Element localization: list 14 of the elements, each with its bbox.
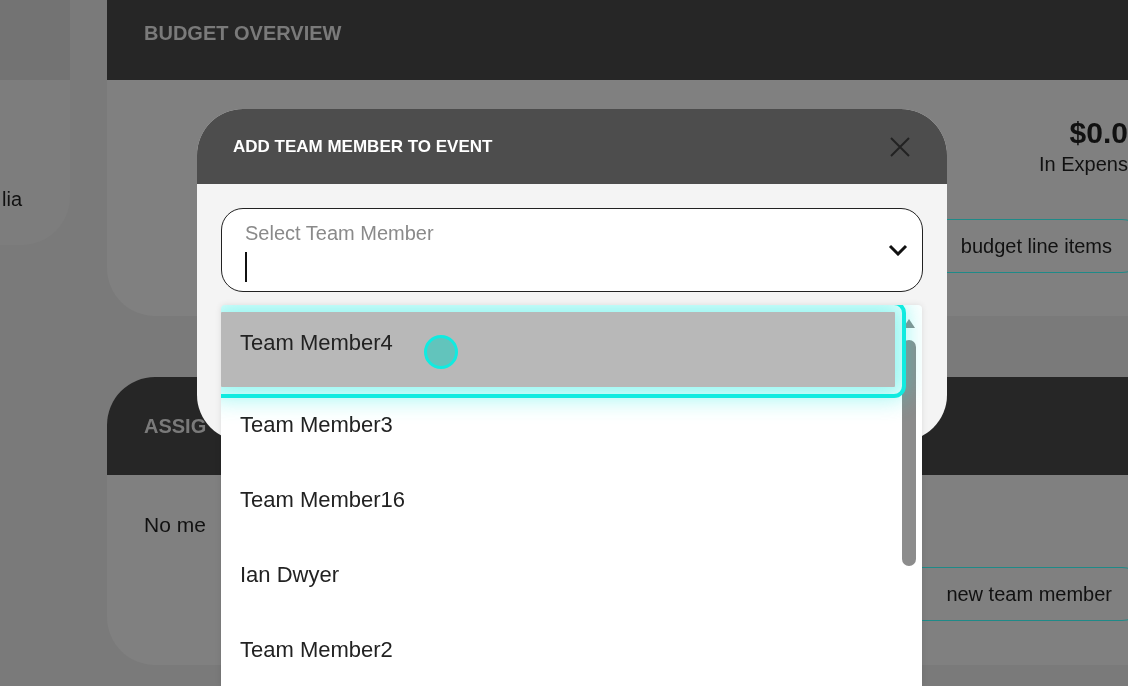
close-button[interactable] [889,135,911,158]
empty-message: No me [144,512,206,538]
text-cursor [245,252,247,282]
dropdown-option[interactable]: Team Member2 [221,612,895,686]
modal-title: ADD TEAM MEMBER TO EVENT [233,135,493,158]
chevron-down-icon [888,244,908,256]
card-text: lia [2,187,22,212]
card-title: BUDGET OVERVIEW [144,22,342,44]
expense-amount: $0.0 [1069,116,1128,149]
dropdown-option[interactable]: Team Member4 [221,312,895,387]
scrollbar-thumb[interactable] [902,340,916,566]
card-title: ASSIG [144,415,207,437]
expense-label: In Expens [1039,152,1128,177]
field-label: Select Team Member [245,221,435,246]
